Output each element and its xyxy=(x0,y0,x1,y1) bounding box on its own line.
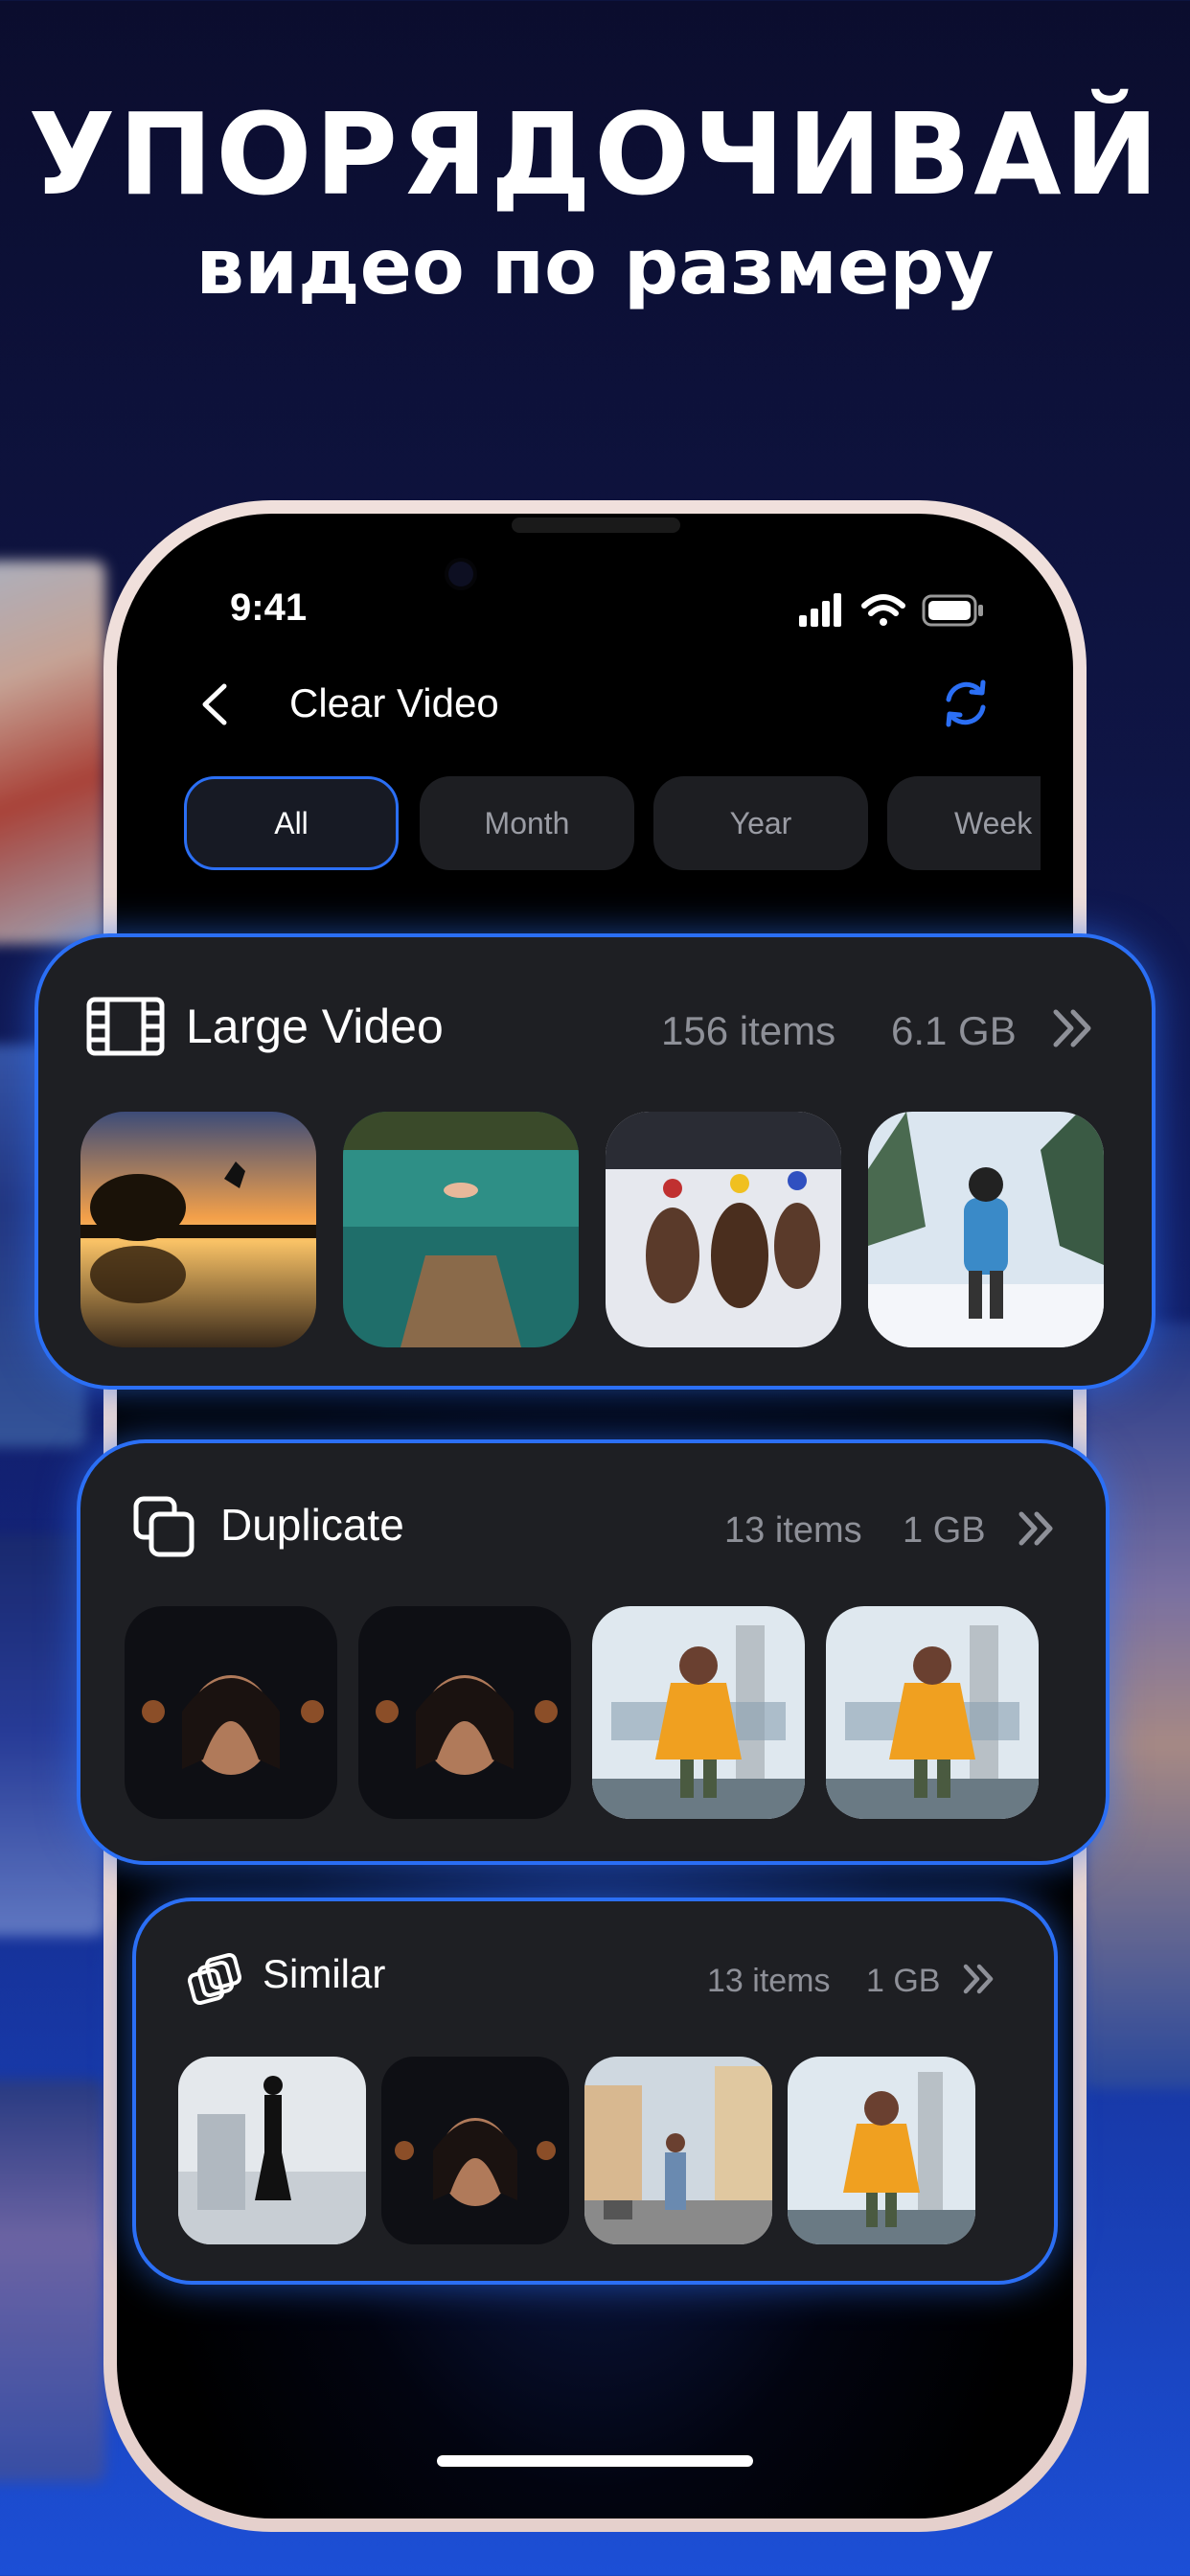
background-photo xyxy=(0,2080,105,2482)
chevron-double-right-icon[interactable] xyxy=(1050,1008,1096,1048)
video-thumbnail[interactable] xyxy=(826,1606,1039,1819)
promo-headline: УПОРЯДОЧИВАЙ xyxy=(28,88,1162,220)
status-icons xyxy=(795,588,987,632)
filter-chip-month[interactable]: Month xyxy=(420,776,634,870)
front-camera xyxy=(448,562,473,586)
video-thumbnail[interactable] xyxy=(80,1112,316,1347)
section-title: Large Video xyxy=(186,1000,444,1053)
phone-speaker xyxy=(512,518,680,533)
section-count: 156 items xyxy=(661,1008,836,1053)
film-icon xyxy=(86,997,165,1056)
filter-chip-all[interactable]: All xyxy=(184,776,399,870)
video-thumbnail[interactable] xyxy=(592,1606,805,1819)
chevron-double-right-icon[interactable] xyxy=(960,1963,998,1995)
video-thumbnail[interactable] xyxy=(358,1606,571,1819)
refresh-icon[interactable] xyxy=(939,677,993,730)
home-indicator[interactable] xyxy=(437,2455,753,2467)
section-count: 13 items xyxy=(724,1510,862,1551)
duplicate-card[interactable]: Duplicate 13 items 1 GB xyxy=(77,1439,1110,1865)
video-thumbnail[interactable] xyxy=(125,1606,337,1819)
wifi-icon xyxy=(861,594,905,626)
promo-subheadline: видео по размеру xyxy=(195,222,995,311)
large-video-card[interactable]: Large Video 156 items 6.1 GB xyxy=(34,933,1156,1390)
video-thumbnail[interactable] xyxy=(606,1112,841,1347)
video-thumbnail[interactable] xyxy=(343,1112,579,1347)
section-size: 6.1 GB xyxy=(891,1008,1017,1053)
video-thumbnail[interactable] xyxy=(178,2057,366,2244)
background-photo xyxy=(0,561,105,944)
chevron-double-right-icon[interactable] xyxy=(1016,1510,1058,1547)
filter-chip-week[interactable]: Week xyxy=(887,776,1041,870)
section-size: 1 GB xyxy=(903,1510,986,1551)
duplicate-icon xyxy=(132,1495,195,1558)
section-title: Similar xyxy=(263,1951,386,1996)
video-thumbnail[interactable] xyxy=(381,2057,569,2244)
section-title: Duplicate xyxy=(220,1500,404,1550)
similar-card[interactable]: Similar 13 items 1 GB xyxy=(132,1898,1058,2285)
filter-chip-year[interactable]: Year xyxy=(653,776,868,870)
status-time: 9:41 xyxy=(230,586,308,629)
section-count: 13 items xyxy=(707,1963,831,1999)
video-thumbnail[interactable] xyxy=(584,2057,772,2244)
section-size: 1 GB xyxy=(866,1963,941,1999)
signal-icon xyxy=(799,593,841,627)
similar-icon xyxy=(187,1952,242,2007)
video-thumbnail[interactable] xyxy=(788,2057,975,2244)
page-title: Clear Video xyxy=(289,680,499,725)
battery-icon xyxy=(922,594,983,627)
video-thumbnail[interactable] xyxy=(868,1112,1104,1347)
chevron-left-icon[interactable] xyxy=(197,680,232,728)
